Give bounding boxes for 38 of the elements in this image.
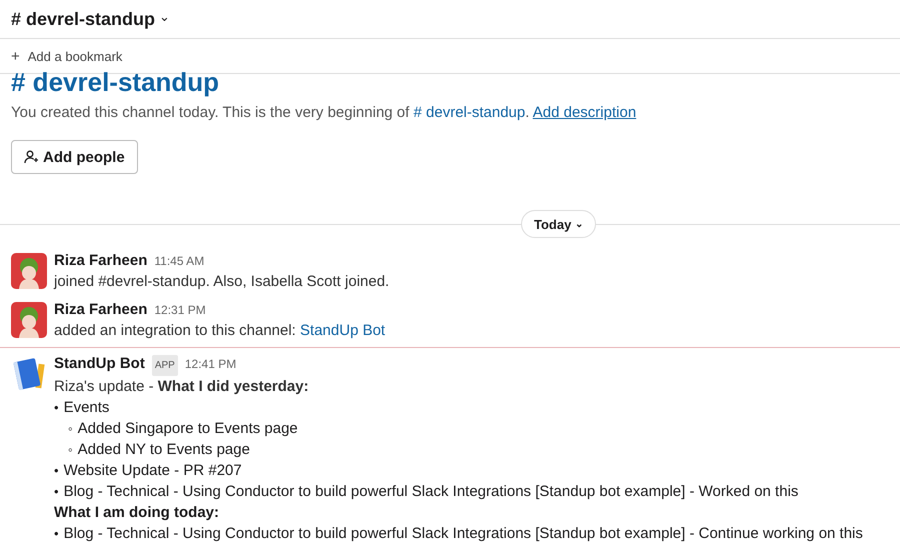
bullet-mark: • [54,462,59,480]
intro-text: You created this channel today. This is the very beginning of [11,104,410,121]
timestamp[interactable]: 11:45 AM [154,252,204,271]
section-heading: What I am doing today: [54,503,220,523]
bullet-mark: • [54,525,59,543]
list-item-text: Added Singapore to Events page [78,419,298,439]
integration-link[interactable]: StandUp Bot [300,322,386,339]
author-name[interactable]: StandUp Bot [54,354,145,373]
add-people-button[interactable]: Add people [11,140,138,174]
list-item-text: Website Update - PR #207 [64,461,242,481]
bullet-mark: ◦ [68,420,73,438]
list-item-text: Added NY to Events page [78,440,250,460]
timestamp[interactable]: 12:31 PM [154,301,206,320]
bullet-mark: • [54,399,59,417]
message-text: added an integration to this channel: [54,322,296,339]
app-badge: APP [152,355,178,376]
timestamp[interactable]: 12:41 PM [184,355,236,374]
author-name[interactable]: Riza Farheen [54,251,148,270]
list-item-text: Blog - Technical - Using Conductor to build powerful Slack Integrations [Standup bot example] - Continue working on this [64,524,863,544]
book-icon[interactable] [11,356,47,392]
caret-icon[interactable]: ⌄ [159,8,170,24]
channel-heading: # devrel-standup [11,68,220,96]
period: . [525,104,530,121]
message-text: Riza's update - What I did yesterday: [54,377,310,397]
channel-title[interactable]: # devrel-standup [11,8,156,30]
message-text: joined #devrel-standup. Also, Isabella Scott joined. [54,273,390,290]
channel-link[interactable]: # devrel-standup [414,104,526,121]
author-name[interactable]: Riza Farheen [54,300,148,319]
avatar[interactable] [11,302,47,338]
bullet-mark: ◦ [68,441,73,459]
avatar[interactable] [11,253,47,289]
bullet-mark: • [54,483,59,501]
add-bookmark-link[interactable]: Add a bookmark [28,48,122,64]
plus-icon[interactable]: + [11,48,20,64]
person-add-icon [24,150,38,164]
list-item-text: Blog - Technical - Using Conductor to build powerful Slack Integrations [Standup bot example] - Worked on this [64,482,798,502]
add-description-link[interactable]: Add description [532,104,636,121]
list-item-text: Events [64,398,110,418]
